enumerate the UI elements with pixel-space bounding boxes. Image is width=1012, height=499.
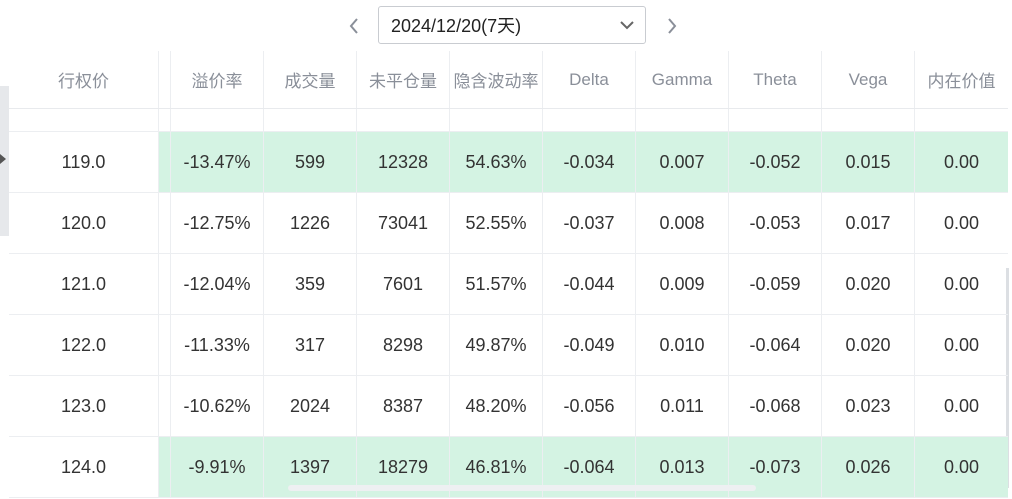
chevron-right-icon bbox=[668, 18, 677, 34]
empty-cell bbox=[729, 109, 822, 131]
col-header-vega[interactable]: Vega bbox=[822, 51, 915, 108]
open-interest-cell: 8387 bbox=[357, 376, 450, 436]
column-divider bbox=[158, 254, 171, 314]
premium-cell: -10.62% bbox=[171, 376, 264, 436]
table-row[interactable]: 119.0 -13.47% 599 12328 54.63% -0.034 0.007 -0.… bbox=[9, 132, 1008, 193]
expiry-date-select[interactable]: 2024/12/20(7天) bbox=[378, 6, 646, 44]
options-table: 行权价 溢价率 成交量 未平仓量 隐含波动率 Delta Gamma Theta… bbox=[9, 51, 1008, 498]
table-row[interactable]: 121.0 -12.04% 359 7601 51.57% -0.044 0.009 -0.0… bbox=[9, 254, 1008, 315]
delta-cell: -0.056 bbox=[543, 376, 636, 436]
strike-cell: 121.0 bbox=[60, 273, 107, 294]
table-row[interactable]: 123.0 -10.62% 2024 8387 48.20% -0.056 0.011 -0.… bbox=[9, 376, 1008, 437]
empty-cell bbox=[822, 109, 915, 131]
vega-cell: 0.026 bbox=[822, 437, 915, 497]
col-header-intrinsic-value[interactable]: 内在价值 bbox=[915, 51, 1008, 108]
col-header-open-interest[interactable]: 未平仓量 bbox=[357, 51, 450, 108]
chevron-left-icon bbox=[349, 18, 358, 34]
empty-cell bbox=[264, 109, 357, 131]
col-header-implied-volatility[interactable]: 隐含波动率 bbox=[450, 51, 543, 108]
table-row[interactable]: 120.0 -12.75% 1226 73041 52.55% -0.037 0.008 -0… bbox=[9, 193, 1008, 254]
empty-cell bbox=[171, 109, 264, 131]
chevron-down-icon bbox=[620, 21, 634, 30]
delta-cell: -0.034 bbox=[543, 132, 636, 192]
premium-cell: -9.91% bbox=[171, 437, 264, 497]
empty-cell bbox=[543, 109, 636, 131]
next-date-button[interactable] bbox=[661, 13, 683, 39]
table-header: 行权价 溢价率 成交量 未平仓量 隐含波动率 Delta Gamma Theta… bbox=[9, 51, 1008, 109]
iv-cell: 52.55% bbox=[450, 193, 543, 253]
partial-row bbox=[9, 109, 1008, 132]
premium-cell: -12.04% bbox=[171, 254, 264, 314]
col-header-theta[interactable]: Theta bbox=[729, 51, 822, 108]
column-divider bbox=[158, 315, 171, 375]
col-header-delta[interactable]: Delta bbox=[543, 51, 636, 108]
intrinsic-value-cell: 0.00 bbox=[943, 273, 980, 294]
column-divider bbox=[158, 193, 171, 253]
theta-cell: -0.053 bbox=[729, 193, 822, 253]
gamma-cell: 0.007 bbox=[636, 132, 729, 192]
open-interest-cell: 12328 bbox=[357, 132, 450, 192]
col-header-volume[interactable]: 成交量 bbox=[264, 51, 357, 108]
premium-cell: -12.75% bbox=[171, 193, 264, 253]
vega-cell: 0.023 bbox=[822, 376, 915, 436]
column-divider bbox=[158, 51, 171, 108]
intrinsic-value-cell: 0.00 bbox=[943, 212, 980, 233]
vega-cell: 0.020 bbox=[822, 315, 915, 375]
vega-cell: 0.015 bbox=[822, 132, 915, 192]
vega-cell: 0.020 bbox=[822, 254, 915, 314]
col-header-premium[interactable]: 溢价率 bbox=[171, 51, 264, 108]
col-header-gamma[interactable]: Gamma bbox=[636, 51, 729, 108]
table-row[interactable]: 122.0 -11.33% 317 8298 49.87% -0.049 0.010 -0.0… bbox=[9, 315, 1008, 376]
column-divider bbox=[158, 437, 171, 497]
delta-cell: -0.037 bbox=[543, 193, 636, 253]
open-interest-cell: 7601 bbox=[357, 254, 450, 314]
open-interest-cell: 73041 bbox=[357, 193, 450, 253]
gamma-cell: 0.009 bbox=[636, 254, 729, 314]
premium-cell: -13.47% bbox=[171, 132, 264, 192]
column-divider bbox=[158, 132, 171, 192]
gamma-cell: 0.011 bbox=[636, 376, 729, 436]
column-divider bbox=[158, 376, 171, 436]
open-interest-cell: 8298 bbox=[357, 315, 450, 375]
horizontal-scrollbar[interactable] bbox=[288, 485, 756, 491]
intrinsic-value-cell: 0.00 bbox=[915, 132, 1008, 192]
column-divider bbox=[158, 109, 171, 131]
volume-cell: 359 bbox=[264, 254, 357, 314]
theta-cell: -0.068 bbox=[729, 376, 822, 436]
col-header-strike[interactable]: 行权价 bbox=[9, 51, 158, 108]
theta-cell: -0.059 bbox=[729, 254, 822, 314]
strike-cell: 123.0 bbox=[60, 395, 107, 416]
iv-cell: 49.87% bbox=[450, 315, 543, 375]
gamma-cell: 0.008 bbox=[636, 193, 729, 253]
iv-cell: 54.63% bbox=[450, 132, 543, 192]
selected-date-label: 2024/12/20(7天) bbox=[391, 16, 522, 36]
intrinsic-value-cell: 0.00 bbox=[943, 395, 980, 416]
iv-cell: 51.57% bbox=[450, 254, 543, 314]
strike-cell: 122.0 bbox=[60, 334, 107, 355]
delta-cell: -0.044 bbox=[543, 254, 636, 314]
strike-cell: 119.0 bbox=[61, 151, 106, 172]
theta-cell: -0.052 bbox=[729, 132, 822, 192]
delta-cell: -0.049 bbox=[543, 315, 636, 375]
vega-cell: 0.017 bbox=[822, 193, 915, 253]
prev-date-button[interactable] bbox=[343, 13, 365, 39]
volume-cell: 2024 bbox=[264, 376, 357, 436]
strike-cell: 124.0 bbox=[60, 456, 107, 477]
volume-cell: 317 bbox=[264, 315, 357, 375]
gamma-cell: 0.010 bbox=[636, 315, 729, 375]
intrinsic-value-cell: 0.00 bbox=[943, 334, 980, 355]
empty-cell bbox=[357, 109, 450, 131]
empty-cell bbox=[450, 109, 543, 131]
intrinsic-value-cell: 0.00 bbox=[915, 437, 1008, 497]
theta-cell: -0.064 bbox=[729, 315, 822, 375]
empty-cell bbox=[636, 109, 729, 131]
iv-cell: 48.20% bbox=[450, 376, 543, 436]
volume-cell: 599 bbox=[264, 132, 357, 192]
strike-cell: 120.0 bbox=[60, 212, 107, 233]
side-panel-handle[interactable] bbox=[0, 86, 9, 236]
premium-cell: -11.33% bbox=[171, 315, 264, 375]
caret-right-icon bbox=[0, 154, 6, 164]
volume-cell: 1226 bbox=[264, 193, 357, 253]
